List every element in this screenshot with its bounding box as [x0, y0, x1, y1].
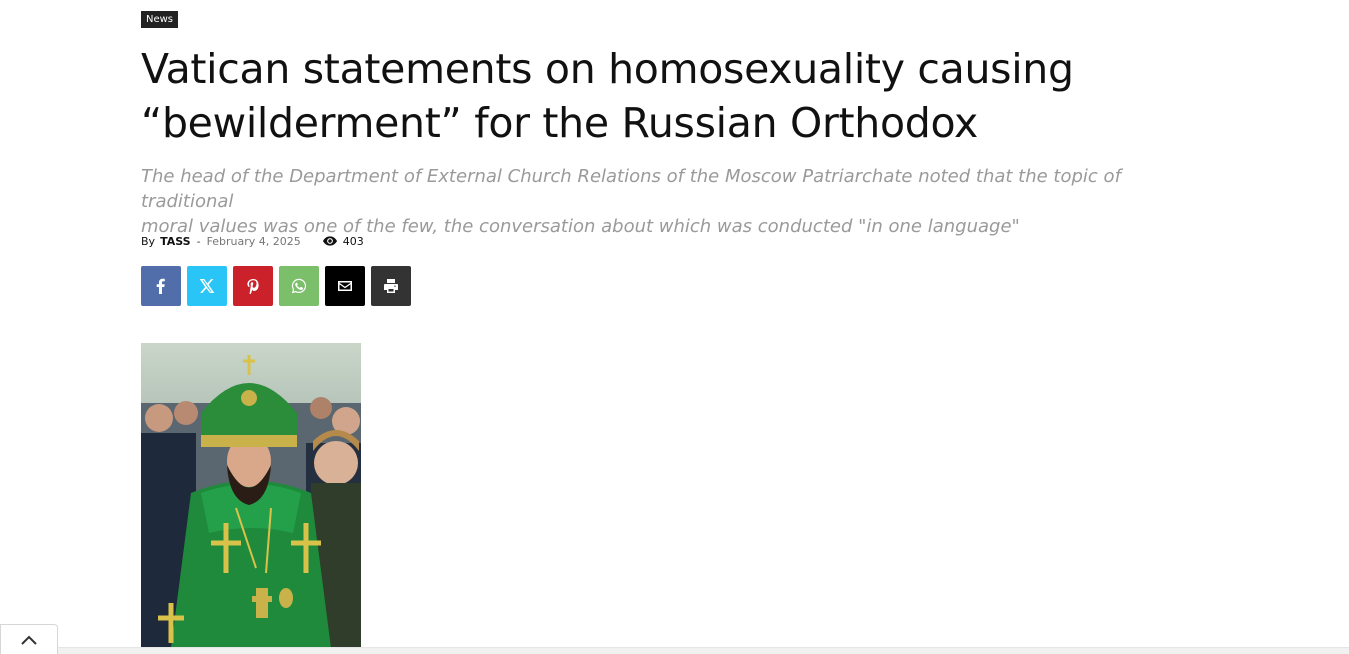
view-count: 403 [322, 234, 364, 248]
chevron-up-icon [21, 635, 37, 645]
email-share-button[interactable] [325, 266, 365, 306]
publish-date: February 4, 2025 [206, 234, 301, 248]
author-link[interactable]: TASS [160, 235, 191, 248]
featured-image[interactable] [141, 343, 361, 648]
whatsapp-share-button[interactable] [279, 266, 319, 306]
print-button[interactable] [371, 266, 411, 306]
facebook-icon [156, 278, 165, 294]
pinterest-share-button[interactable] [233, 266, 273, 306]
printer-icon [384, 279, 398, 293]
subtitle-line-1: The head of the Department of External C… [141, 166, 1121, 212]
by-label: By [141, 234, 156, 248]
share-bar [141, 266, 411, 306]
title-line-1: Vatican statements on homosexuality caus… [141, 45, 1074, 93]
facebook-share-button[interactable] [141, 266, 181, 306]
x-icon [199, 279, 215, 293]
pinterest-icon [247, 279, 259, 294]
article-subtitle: The head of the Department of External C… [141, 164, 1211, 239]
page-title: Vatican statements on homosexuality caus… [141, 42, 1211, 150]
title-line-2: “bewilderment” for the Russian Orthodox [141, 99, 978, 147]
scroll-to-top-button[interactable] [0, 624, 58, 654]
view-count-value: 403 [342, 234, 364, 248]
whatsapp-icon [291, 278, 307, 294]
meta-separator: - [196, 234, 201, 248]
article-meta: By TASS - February 4, 2025 403 [141, 233, 364, 249]
category-badge[interactable]: News [141, 11, 179, 28]
bishop-photo [141, 343, 361, 648]
eye-icon [322, 236, 337, 246]
x-share-button[interactable] [187, 266, 227, 306]
envelope-icon [338, 281, 352, 291]
